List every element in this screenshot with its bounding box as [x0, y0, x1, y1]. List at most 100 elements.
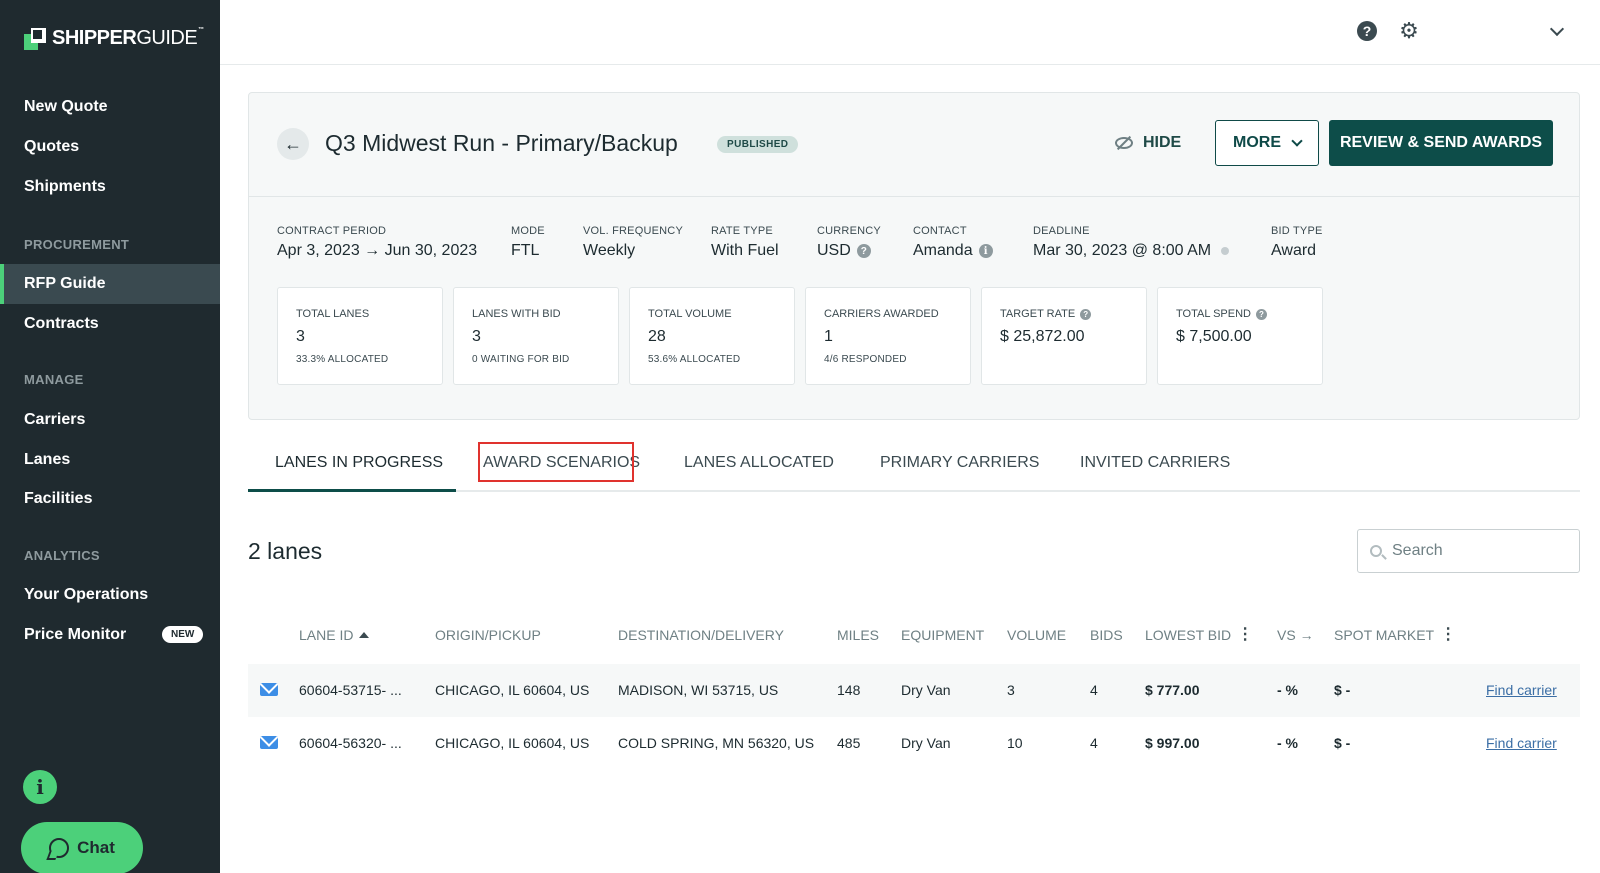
highlight-box [478, 442, 634, 482]
section-manage: MANAGE [24, 372, 84, 387]
cell-lowest-bid: $ 997.00 [1145, 735, 1200, 751]
tab-invited-carriers[interactable]: INVITED CARRIERS [1080, 454, 1230, 472]
rfp-header: ← Q3 Midwest Run - Primary/Backup PUBLIS… [249, 93, 1579, 197]
tab-bar: LANES IN PROGRESS AWARD SCENARIOS LANES … [248, 432, 1580, 492]
column-header-lowest-bid[interactable]: LOWEST BID ⋮ [1145, 627, 1253, 644]
search-box[interactable] [1357, 529, 1580, 573]
table-row[interactable]: 60604-53715- ... CHICAGO, IL 60604, US M… [248, 664, 1580, 717]
tab-lanes-allocated[interactable]: LANES ALLOCATED [684, 454, 834, 472]
cell-vs: - % [1277, 735, 1298, 751]
meta-bid-type: BID TYPE Award [1271, 225, 1323, 259]
cell-spot-market: $ - [1334, 682, 1351, 698]
nav-facilities[interactable]: Facilities [24, 490, 92, 508]
search-icon [1370, 545, 1382, 557]
table-row[interactable]: 60604-56320- ... CHICAGO, IL 60604, US C… [248, 717, 1580, 770]
review-send-awards-button[interactable]: REVIEW & SEND AWARDS [1329, 120, 1553, 166]
cell-origin: CHICAGO, IL 60604, US [435, 735, 590, 751]
currency-value: USD [817, 242, 851, 259]
hide-label: HIDE [1143, 134, 1182, 151]
sort-ascending-icon [359, 632, 370, 638]
help-icon[interactable]: ? [1080, 308, 1092, 320]
status-badge: PUBLISHED [717, 136, 799, 153]
help-icon[interactable]: ? [1255, 308, 1267, 320]
column-header-destination[interactable]: DESTINATION/DELIVERY [618, 627, 784, 643]
hide-button[interactable]: HIDE [1115, 134, 1181, 152]
meta-mode: MODE FTL [511, 225, 545, 259]
cell-volume: 10 [1007, 735, 1023, 751]
nav-quotes[interactable]: Quotes [24, 138, 79, 156]
meta-contact: CONTACT Amanda i [913, 225, 993, 260]
nav-shipments[interactable]: Shipments [24, 178, 106, 196]
stat-carriers-awarded: CARRIERS AWARDED 1 4/6 RESPONDED [805, 287, 971, 385]
section-analytics: ANALYTICS [24, 548, 100, 563]
nav-contracts[interactable]: Contracts [24, 315, 99, 333]
column-header-equipment[interactable]: EQUIPMENT [901, 627, 984, 643]
deadline-value: Mar 30, 2023 @ 8:00 AM [1033, 242, 1212, 259]
cell-equipment: Dry Van [901, 735, 951, 751]
stat-lanes-with-bid: LANES WITH BID 3 0 WAITING FOR BID [453, 287, 619, 385]
stat-target-rate: TARGET RATE? $ 25,872.00 [981, 287, 1147, 385]
rfp-summary-card: ← Q3 Midwest Run - Primary/Backup PUBLIS… [248, 92, 1580, 420]
eye-off-icon [1115, 137, 1133, 149]
find-carrier-link[interactable]: Find carrier [1486, 682, 1557, 698]
new-badge: NEW [162, 626, 204, 643]
meta-contract-period: CONTRACT PERIOD Apr 3, 2023 → Jun 30, 20… [277, 225, 478, 259]
total-spend-label: TOTAL SPEND [1176, 308, 1251, 320]
kebab-menu-icon[interactable]: ⋮ [1440, 627, 1456, 643]
logo-text: SHIPPERGUIDE™ [52, 27, 204, 49]
nav-carriers[interactable]: Carriers [24, 411, 85, 429]
stat-total-spend: TOTAL SPEND? $ 7,500.00 [1157, 287, 1323, 385]
user-menu[interactable] [1436, 12, 1552, 54]
gear-icon[interactable]: ⚙ [1398, 20, 1420, 42]
meta-currency: CURRENCY USD? [817, 225, 881, 259]
column-header-vs[interactable]: VS → [1277, 627, 1314, 643]
cell-volume: 3 [1007, 682, 1015, 698]
nav-new-quote[interactable]: New Quote [24, 98, 108, 116]
section-procurement: PROCUREMENT [24, 237, 130, 252]
lanes-count: 2 lanes [248, 538, 323, 564]
mail-icon[interactable] [260, 736, 278, 749]
mail-icon[interactable] [260, 683, 278, 696]
more-button[interactable]: MORE [1215, 120, 1319, 166]
meta-deadline: DEADLINE Mar 30, 2023 @ 8:00 AM [1033, 225, 1230, 260]
cell-bids: 4 [1090, 735, 1098, 751]
info-icon[interactable]: i [978, 244, 993, 258]
nav-rfp-guide[interactable]: RFP Guide [24, 275, 106, 293]
nav-lanes[interactable]: Lanes [24, 451, 70, 469]
help-icon[interactable]: ? [1357, 21, 1377, 41]
nav-your-operations[interactable]: Your Operations [24, 586, 148, 604]
contact-value: Amanda [913, 242, 973, 259]
target-rate-label: TARGET RATE [1000, 308, 1076, 320]
column-header-volume[interactable]: VOLUME [1007, 627, 1066, 643]
cell-lane-id: 60604-53715- ... [299, 682, 402, 698]
chat-button[interactable]: Chat [21, 822, 143, 873]
meta-rate-type: RATE TYPE With Fuel [711, 225, 779, 259]
cell-equipment: Dry Van [901, 682, 951, 698]
top-bar [220, 0, 1600, 65]
tab-lanes-in-progress[interactable]: LANES IN PROGRESS [275, 454, 443, 472]
cell-lane-id: 60604-56320- ... [299, 735, 402, 751]
cell-bids: 4 [1090, 682, 1098, 698]
meta-vol-frequency: VOL. FREQUENCY Weekly [583, 225, 683, 259]
column-header-origin[interactable]: ORIGIN/PICKUP [435, 627, 541, 643]
nav-price-monitor[interactable]: Price Monitor [24, 626, 126, 644]
shipperguide-logo[interactable]: SHIPPERGUIDE™ [24, 27, 204, 50]
column-header-spot-market[interactable]: SPOT MARKET ⋮ [1334, 627, 1456, 644]
column-header-miles[interactable]: MILES [837, 627, 879, 643]
back-arrow-icon[interactable]: ← [277, 128, 309, 160]
active-tab-underline [248, 489, 456, 492]
column-header-bids[interactable]: BIDS [1090, 627, 1123, 643]
tab-primary-carriers[interactable]: PRIMARY CARRIERS [880, 454, 1039, 472]
chevron-down-icon [1291, 135, 1303, 147]
column-header-lane-id[interactable]: LANE ID [299, 627, 370, 643]
cell-spot-market: $ - [1334, 735, 1351, 751]
find-carrier-link[interactable]: Find carrier [1486, 735, 1557, 751]
search-input[interactable] [1392, 542, 1552, 560]
more-label: MORE [1233, 134, 1281, 151]
info-icon[interactable]: i [23, 770, 57, 804]
help-icon[interactable]: ? [856, 244, 871, 258]
stat-total-volume: TOTAL VOLUME 28 53.6% ALLOCATED [629, 287, 795, 385]
chat-bubble-icon [49, 838, 70, 858]
kebab-menu-icon[interactable]: ⋮ [1237, 627, 1253, 643]
page-title: Q3 Midwest Run - Primary/Backup [325, 130, 678, 156]
